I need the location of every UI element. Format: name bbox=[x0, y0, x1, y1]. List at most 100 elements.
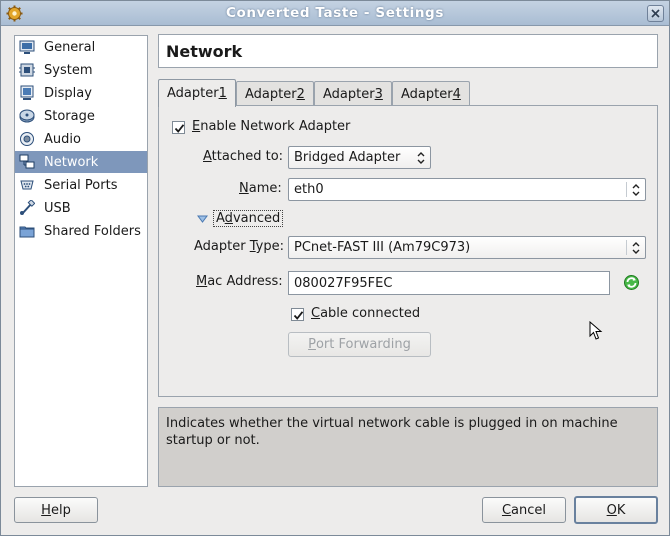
sidebar-item-general[interactable]: General bbox=[15, 36, 147, 58]
settings-category-list[interactable]: General System Display Storage Audio Net… bbox=[14, 35, 148, 487]
mouse-pointer-icon bbox=[589, 320, 603, 345]
ok-button[interactable]: OK bbox=[574, 496, 658, 524]
sidebar-item-storage[interactable]: Storage bbox=[15, 105, 147, 127]
cable-connected-checkbox[interactable] bbox=[291, 308, 304, 321]
button-label: elp bbox=[50, 502, 71, 518]
system-icon bbox=[18, 61, 36, 79]
attached-to-label: Attached to: bbox=[203, 149, 283, 164]
label-text: ame: bbox=[248, 181, 282, 196]
mnemonic: A bbox=[203, 149, 212, 164]
page-header: Network bbox=[158, 34, 658, 68]
combo-separator bbox=[626, 240, 627, 255]
tab-adapter-2[interactable]: Adapter 2 bbox=[236, 81, 314, 106]
adapter-type-label: Adapter Type: bbox=[194, 239, 284, 254]
tab-mnemonic: 3 bbox=[374, 86, 383, 102]
audio-icon bbox=[18, 130, 36, 148]
help-description-text: Indicates whether the virtual network ca… bbox=[166, 416, 618, 448]
mnemonic: d bbox=[224, 211, 233, 226]
mnemonic: O bbox=[606, 502, 617, 518]
storage-icon bbox=[18, 107, 36, 125]
cable-connected-label[interactable]: Cable connected bbox=[311, 306, 420, 321]
mnemonic: P bbox=[308, 337, 316, 352]
sidebar-item-label: Shared Folders bbox=[44, 223, 141, 239]
label-text: A bbox=[216, 211, 225, 226]
updown-arrows-icon bbox=[417, 152, 425, 164]
advanced-toggle[interactable]: Advanced bbox=[197, 210, 284, 227]
display-icon bbox=[18, 84, 36, 102]
title-bar[interactable]: Converted Taste - Settings bbox=[1, 1, 669, 26]
triangle-down-icon bbox=[197, 215, 208, 223]
button-label: ort Forwarding bbox=[315, 337, 411, 352]
mac-address-label: Mac Address: bbox=[196, 274, 283, 289]
cancel-button[interactable]: Cancel bbox=[482, 497, 566, 523]
close-button[interactable] bbox=[647, 5, 664, 22]
general-icon bbox=[18, 38, 36, 56]
page-title: Network bbox=[166, 42, 243, 61]
sidebar-item-label: Storage bbox=[44, 108, 95, 124]
mnemonic: C bbox=[501, 502, 512, 518]
mnemonic: M bbox=[196, 274, 208, 289]
help-description-box: Indicates whether the virtual network ca… bbox=[158, 407, 658, 487]
sidebar-item-system[interactable]: System bbox=[15, 59, 147, 81]
tab-mnemonic: 1 bbox=[218, 86, 227, 101]
window-title: Converted Taste - Settings bbox=[226, 5, 444, 21]
tab-label: Adapter bbox=[323, 86, 375, 102]
combo-separator bbox=[626, 182, 627, 197]
sidebar-item-label: Network bbox=[44, 154, 99, 170]
shared-folders-icon bbox=[18, 222, 36, 240]
sidebar-item-shared-folders[interactable]: Shared Folders bbox=[15, 220, 147, 242]
network-icon bbox=[18, 153, 36, 171]
label-text: Adapter bbox=[194, 239, 250, 254]
sidebar-item-label: Display bbox=[44, 85, 92, 101]
mac-address-field[interactable] bbox=[288, 271, 610, 295]
sidebar-item-display[interactable]: Display bbox=[15, 82, 147, 104]
button-label: K bbox=[616, 502, 626, 518]
name-value: eth0 bbox=[294, 182, 324, 197]
attached-to-select[interactable]: Bridged Adapter bbox=[288, 146, 431, 169]
help-button[interactable]: Help bbox=[14, 497, 98, 523]
tab-adapter-4[interactable]: Adapter 4 bbox=[392, 81, 470, 106]
name-label: Name: bbox=[239, 181, 282, 196]
tab-label: Adapter bbox=[167, 86, 219, 101]
settings-window: Converted Taste - Settings General Syste… bbox=[0, 0, 670, 536]
tab-label: Adapter bbox=[245, 86, 297, 102]
usb-icon bbox=[18, 199, 36, 217]
refresh-icon[interactable] bbox=[623, 274, 640, 295]
close-icon bbox=[651, 9, 660, 18]
serial-ports-icon bbox=[18, 176, 36, 194]
enable-adapter-checkbox[interactable] bbox=[172, 121, 185, 134]
sidebar-item-label: System bbox=[44, 62, 93, 78]
tab-mnemonic: 2 bbox=[296, 86, 305, 102]
label-text: ttached to: bbox=[211, 149, 284, 164]
advanced-label: Advanced bbox=[213, 210, 284, 227]
mnemonic: H bbox=[41, 502, 51, 518]
sidebar-item-serial-ports[interactable]: Serial Ports bbox=[15, 174, 147, 196]
sidebar-item-label: USB bbox=[44, 200, 71, 216]
checkmark-icon bbox=[293, 311, 304, 320]
updown-arrows-icon bbox=[632, 184, 640, 196]
label-text: able connected bbox=[320, 306, 421, 321]
label-text: ype: bbox=[255, 239, 284, 254]
tab-label: Adapter bbox=[401, 86, 453, 102]
checkmark-icon bbox=[174, 124, 185, 133]
port-forwarding-button[interactable]: Port Forwarding bbox=[288, 332, 431, 357]
mac-address-input[interactable] bbox=[289, 272, 609, 294]
mnemonic: E bbox=[192, 119, 201, 134]
tab-adapter-3[interactable]: Adapter 3 bbox=[314, 81, 392, 106]
name-select[interactable]: eth0 bbox=[288, 178, 646, 201]
tab-adapter-1[interactable]: Adapter 1 bbox=[158, 79, 236, 107]
sidebar-item-audio[interactable]: Audio bbox=[15, 128, 147, 150]
label-text: nable Network Adapter bbox=[200, 119, 351, 134]
sidebar-item-label: Serial Ports bbox=[44, 177, 118, 193]
sidebar-item-usb[interactable]: USB bbox=[15, 197, 147, 219]
label-text: ac Address: bbox=[207, 274, 283, 289]
mnemonic: N bbox=[239, 181, 249, 196]
adapter-type-select[interactable]: PCnet-FAST III (Am79C973) bbox=[288, 236, 646, 259]
sidebar-item-network[interactable]: Network bbox=[15, 151, 147, 173]
sidebar-item-label: General bbox=[44, 39, 96, 55]
enable-adapter-label[interactable]: Enable Network Adapter bbox=[192, 119, 350, 134]
adapter-type-value: PCnet-FAST III (Am79C973) bbox=[294, 240, 471, 255]
sidebar-item-label: Audio bbox=[44, 131, 81, 147]
updown-arrows-icon bbox=[632, 242, 640, 254]
attached-to-value: Bridged Adapter bbox=[294, 150, 401, 165]
